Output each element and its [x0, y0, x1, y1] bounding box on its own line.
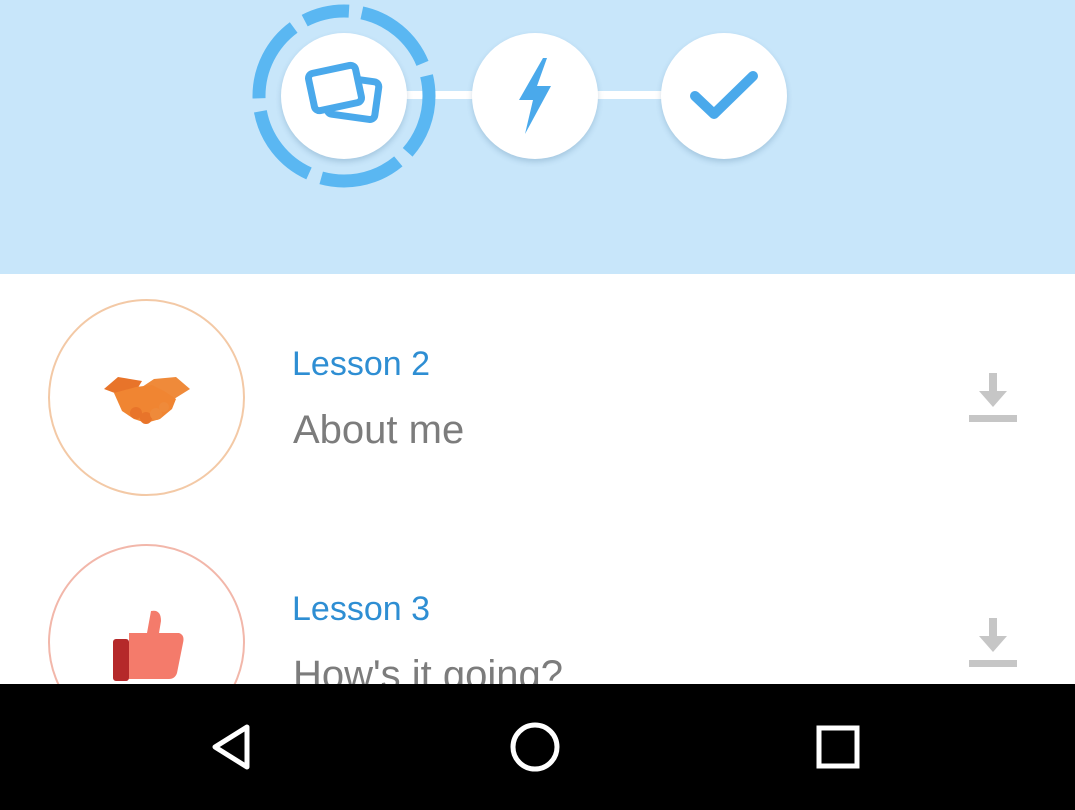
nav-recents-button[interactable] — [793, 702, 883, 792]
nav-home-button[interactable] — [490, 702, 580, 792]
lesson-title: Lesson 2 — [292, 345, 430, 383]
lesson-row-2[interactable]: Lesson 2 About me — [0, 274, 1075, 514]
download-button[interactable] — [962, 611, 1024, 673]
step-practice[interactable] — [472, 33, 598, 159]
lesson-progress-header — [0, 0, 1075, 274]
step-complete[interactable] — [661, 33, 787, 159]
home-circle-icon — [510, 722, 560, 772]
flashcards-icon — [305, 61, 383, 124]
checkmark-icon — [690, 71, 758, 119]
handshake-icon — [103, 376, 190, 424]
lesson-list: Lesson 2 About me Lesson 3 How's it goin… — [0, 274, 1075, 684]
download-icon — [969, 618, 1017, 667]
lightning-icon — [519, 58, 551, 134]
lesson-title: Lesson 3 — [292, 590, 430, 628]
nav-back-button[interactable] — [187, 702, 277, 792]
lesson-subtitle: About me — [293, 408, 465, 452]
thumbs-up-icon — [112, 610, 183, 681]
step-flashcards[interactable] — [281, 33, 407, 159]
recents-square-icon — [816, 725, 860, 769]
system-nav-bar — [0, 684, 1075, 810]
lesson-icon-circle — [48, 544, 245, 684]
lesson-row-3[interactable]: Lesson 3 How's it going? — [0, 519, 1075, 684]
app-screen: Lesson 2 About me Lesson 3 How's it goin… — [0, 0, 1075, 810]
download-icon — [969, 373, 1017, 422]
lesson-subtitle: How's it going? — [293, 653, 563, 684]
lesson-icon-circle — [48, 299, 245, 496]
back-triangle-icon — [212, 724, 250, 770]
download-button[interactable] — [962, 366, 1024, 428]
